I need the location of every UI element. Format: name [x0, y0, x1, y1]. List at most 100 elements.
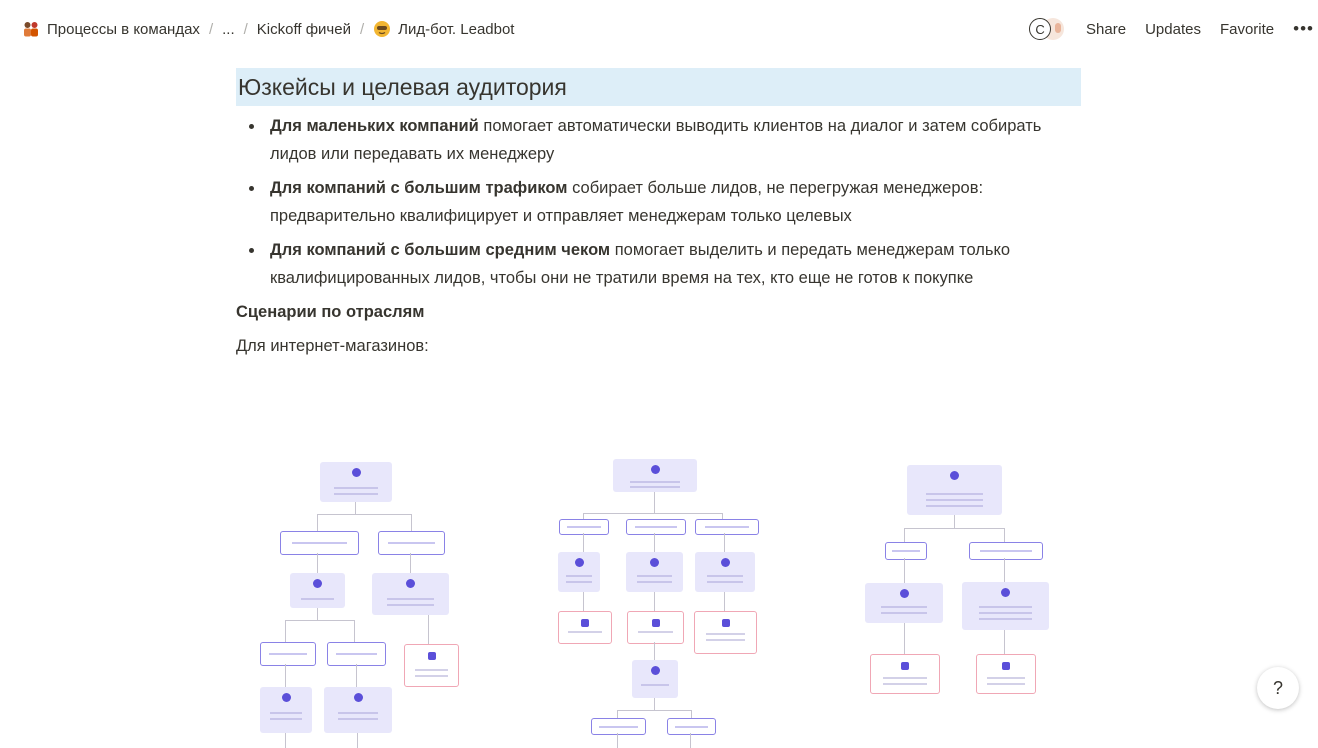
- flowchart-image-1[interactable]: [255, 455, 465, 748]
- flow-node-icon: [1002, 662, 1010, 670]
- flow-text-line: [388, 541, 435, 544]
- flow-connector: [583, 513, 723, 515]
- flow-text-line: [674, 725, 709, 728]
- flow-connector: [355, 502, 357, 514]
- bot-face-emoji-icon: [373, 20, 391, 38]
- flow-node-icon: [313, 579, 322, 588]
- flow-node-icon: [574, 558, 584, 567]
- breadcrumb-label: Kickoff фичей: [256, 20, 351, 38]
- flow-node-icon: [581, 619, 589, 627]
- subheading: Сценарии по отраслям: [236, 303, 425, 321]
- flow-result: [627, 611, 684, 644]
- flow-node-icon: [901, 662, 909, 670]
- flow-connector: [583, 533, 585, 552]
- flow-result: [558, 611, 612, 644]
- flow-connector: [904, 528, 1005, 530]
- flow-connector: [654, 592, 656, 611]
- flow-node: [613, 459, 697, 492]
- flow-connector: [1004, 528, 1006, 542]
- updates-button[interactable]: Updates: [1145, 21, 1201, 38]
- flow-result: [694, 611, 757, 654]
- flow-node-icon: [406, 579, 415, 588]
- flowchart-image-2[interactable]: [554, 455, 764, 748]
- flow-connector: [1004, 558, 1006, 582]
- flow-connector: [954, 515, 956, 528]
- breadcrumb-separator: /: [359, 20, 365, 38]
- flow-node: [320, 462, 392, 502]
- flow-connector: [317, 553, 319, 573]
- flow-text-line: [891, 550, 921, 553]
- flow-connector: [317, 608, 319, 620]
- flow-node: [632, 660, 678, 698]
- flow-connector: [617, 733, 619, 748]
- avatar[interactable]: C: [1029, 18, 1052, 40]
- flow-connector: [690, 733, 692, 748]
- flow-connector: [654, 698, 656, 710]
- list-item: Для компаний с большим трафиком собирает…: [236, 174, 1081, 230]
- flow-option: [969, 542, 1043, 560]
- breadcrumb-item-kickoff[interactable]: Kickoff фичей: [257, 21, 351, 38]
- flow-option: [885, 542, 927, 560]
- flow-text-line: [705, 633, 746, 635]
- flow-connector: [285, 733, 287, 748]
- flow-text-line: [387, 604, 434, 606]
- flow-node: [260, 687, 312, 733]
- flow-option: [695, 519, 759, 535]
- flow-connector: [356, 664, 358, 687]
- flow-text-line: [566, 581, 592, 583]
- flow-node: [865, 583, 943, 623]
- flow-option: [260, 642, 316, 666]
- flow-connector: [410, 553, 412, 573]
- flow-text-line: [987, 677, 1025, 679]
- flow-text-line: [979, 606, 1032, 608]
- help-button[interactable]: ?: [1257, 667, 1299, 709]
- flow-option: [626, 519, 686, 535]
- flow-result: [870, 654, 940, 694]
- flow-text-line: [926, 499, 983, 501]
- flow-node-icon: [950, 471, 959, 480]
- section-heading: Юзкейсы и целевая аудитория: [236, 68, 1081, 106]
- flow-node-icon: [427, 652, 436, 660]
- flow-connector: [904, 623, 906, 654]
- breadcrumb-label: ...: [222, 20, 235, 38]
- share-button[interactable]: Share: [1086, 21, 1126, 38]
- flow-node-icon: [353, 693, 363, 702]
- flow-node: [626, 552, 683, 592]
- flow-connector: [285, 620, 355, 622]
- breadcrumb-item-leadbot[interactable]: Лид-бот. Leadbot: [373, 20, 514, 38]
- flow-node: [558, 552, 600, 592]
- flow-node-icon: [650, 465, 660, 474]
- team-emoji-icon: [22, 20, 40, 38]
- flow-text-line: [926, 493, 983, 495]
- flowchart-image-3[interactable]: [862, 455, 1057, 748]
- flow-text-line: [268, 652, 308, 655]
- flow-node: [372, 573, 449, 615]
- flow-option: [280, 531, 359, 555]
- flow-connector: [691, 710, 693, 718]
- breadcrumb-item-processes[interactable]: Процессы в командах: [22, 20, 200, 38]
- flow-text-line: [337, 712, 379, 714]
- flow-connector: [654, 642, 656, 660]
- flow-text-line: [926, 505, 983, 507]
- flow-text-line: [291, 541, 348, 544]
- flow-connector: [724, 592, 726, 611]
- favorite-button[interactable]: Favorite: [1220, 21, 1274, 38]
- breadcrumb-item-collapsed[interactable]: ...: [222, 21, 235, 38]
- flow-text-line: [707, 581, 743, 583]
- flow-node: [695, 552, 755, 592]
- flow-node: [324, 687, 392, 733]
- flow-text-line: [334, 493, 378, 495]
- more-options-icon[interactable]: •••: [1293, 19, 1314, 39]
- flow-text-line: [566, 575, 592, 577]
- flow-connector: [904, 528, 906, 542]
- flow-text-line: [629, 486, 681, 488]
- flow-text-line: [883, 677, 927, 679]
- breadcrumb-label: Лид-бот. Leadbot: [398, 20, 515, 38]
- flow-connector: [285, 664, 287, 687]
- flow-result: [976, 654, 1036, 694]
- flow-text-line: [883, 683, 927, 685]
- flow-text-line: [979, 612, 1032, 614]
- flow-text-line: [980, 550, 1032, 553]
- flow-text-line: [334, 487, 378, 489]
- flow-node-icon: [650, 666, 660, 675]
